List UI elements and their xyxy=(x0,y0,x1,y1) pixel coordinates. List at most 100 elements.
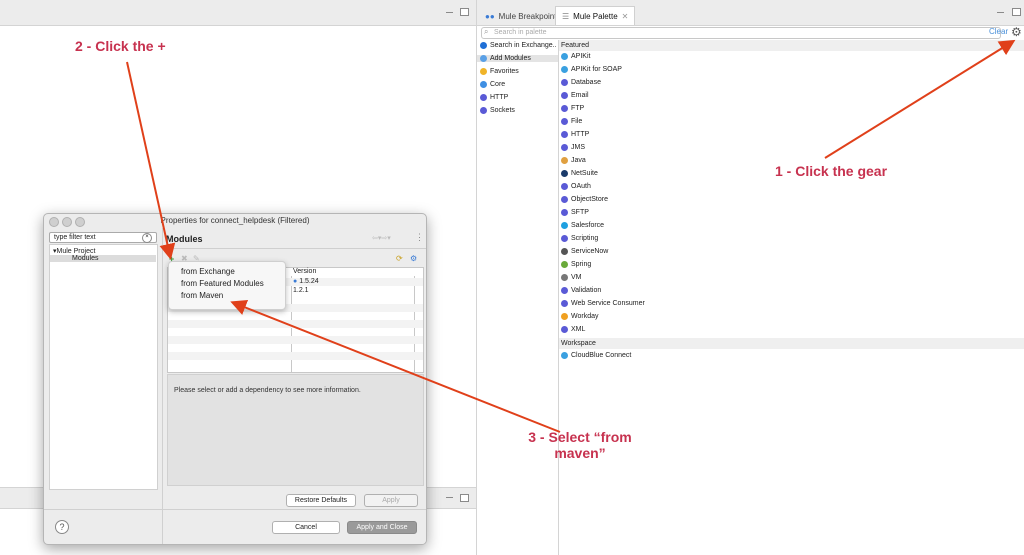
module-item[interactable]: APIKit xyxy=(561,53,590,60)
more-options-icon[interactable]: ⋮ xyxy=(415,232,424,243)
nav-arrows-icon[interactable]: ⇦▾⇨▾ xyxy=(372,234,391,242)
module-item[interactable]: Spring xyxy=(561,261,591,268)
module-label: File xyxy=(571,118,583,125)
module-label: Web Service Consumer xyxy=(571,300,645,307)
module-item[interactable]: ServiceNow xyxy=(561,248,608,255)
module-item[interactable]: ObjectStore xyxy=(561,196,608,203)
category-item[interactable]: HTTP xyxy=(480,94,508,101)
restore-defaults-button[interactable]: Restore Defaults xyxy=(286,494,356,507)
minimize-icon[interactable] xyxy=(997,12,1004,13)
clear-button[interactable]: Clear xyxy=(989,27,1008,36)
category-label: Search in Exchange.. xyxy=(490,42,557,49)
module-item[interactable]: Scripting xyxy=(561,235,598,242)
module-item[interactable]: Web Service Consumer xyxy=(561,300,645,307)
category-item[interactable]: Core xyxy=(480,81,505,88)
menu-item-from-featured-modules[interactable]: from Featured Modules xyxy=(181,279,264,288)
module-icon xyxy=(561,235,568,242)
module-label: Java xyxy=(571,157,586,164)
apply-and-close-button[interactable]: Apply and Close xyxy=(347,521,417,534)
module-item[interactable]: Email xyxy=(561,92,589,99)
maximize-icon[interactable] xyxy=(1012,8,1021,16)
settings-icon[interactable]: ⚙ xyxy=(410,254,417,263)
star-icon xyxy=(480,68,487,75)
module-label: XML xyxy=(571,326,586,333)
tab-mule-breakpoints[interactable]: ●● Mule Breakpoints xyxy=(479,7,566,25)
module-item[interactable]: File xyxy=(561,118,582,125)
module-label: APIKit xyxy=(571,53,591,60)
tree-label: Modules xyxy=(72,255,99,262)
category-label: HTTP xyxy=(490,94,509,101)
refresh-icon[interactable]: ⟳ xyxy=(396,254,403,263)
module-item[interactable]: Workday xyxy=(561,313,599,320)
divider xyxy=(162,248,426,249)
dialog-title: Properties for connect_helpdesk (Filtere… xyxy=(160,216,310,225)
palette-search-input[interactable]: Search in palette xyxy=(481,27,1001,39)
minimize-icon[interactable] xyxy=(446,497,453,498)
module-icon xyxy=(561,326,568,333)
tree-item-modules[interactable]: Modules xyxy=(50,255,156,262)
module-item[interactable]: XML xyxy=(561,326,585,333)
module-item[interactable]: Java xyxy=(561,157,586,164)
module-item[interactable]: APIKit for SOAP xyxy=(561,66,622,73)
gear-icon[interactable]: ⚙ xyxy=(1011,25,1022,39)
module-icon xyxy=(561,196,568,203)
tree-label: Mule Project xyxy=(56,248,96,255)
module-icon xyxy=(561,209,568,216)
clear-filter-icon[interactable]: × xyxy=(142,233,152,243)
category-item[interactable]: Sockets xyxy=(480,107,515,114)
module-icon xyxy=(561,300,568,307)
close-icon[interactable]: ✕ xyxy=(622,12,629,21)
apply-button[interactable]: Apply xyxy=(364,494,418,507)
maximize-icon[interactable] xyxy=(460,8,469,16)
module-item[interactable]: OAuth xyxy=(561,183,591,190)
module-item[interactable]: VM xyxy=(561,274,582,281)
table-row xyxy=(168,320,423,328)
module-item[interactable]: Validation xyxy=(561,287,601,294)
module-item[interactable]: FTP xyxy=(561,105,584,112)
module-item[interactable]: CloudBlue Connect xyxy=(561,352,631,359)
module-icon xyxy=(561,352,568,359)
category-label: Favorites xyxy=(490,68,519,75)
version-cell: ● 1.5.24 xyxy=(293,278,319,285)
tab-label: Mule Breakpoints xyxy=(498,11,561,21)
module-item[interactable]: NetSuite xyxy=(561,170,598,177)
editor-toolbar xyxy=(0,0,476,26)
module-item[interactable]: JMS xyxy=(561,144,585,151)
add-icon xyxy=(480,55,487,62)
module-item[interactable]: HTTP xyxy=(561,131,589,138)
version-header: Version xyxy=(293,268,317,275)
module-item[interactable]: SFTP xyxy=(561,209,589,216)
version-value: 1.5.24 xyxy=(299,278,319,285)
module-item[interactable]: Database xyxy=(561,79,601,86)
properties-dialog: Properties for connect_helpdesk (Filtere… xyxy=(43,213,427,545)
category-item[interactable]: Add Modules xyxy=(477,55,558,62)
module-icon xyxy=(561,248,568,255)
tree-item-mule-project[interactable]: ▾Mule Project xyxy=(53,247,95,255)
module-icon xyxy=(561,170,568,177)
module-label: HTTP xyxy=(571,131,590,138)
module-item[interactable]: Salesforce xyxy=(561,222,604,229)
maximize-icon[interactable] xyxy=(460,494,469,502)
table-row xyxy=(168,352,423,360)
tab-mule-palette[interactable]: ☰ Mule Palette ✕ xyxy=(555,6,636,25)
module-icon xyxy=(561,53,568,60)
filter-input[interactable]: type filter text xyxy=(49,232,157,243)
workspace-section-header: Workspace xyxy=(559,338,1024,349)
module-icon xyxy=(561,222,568,229)
module-icon xyxy=(561,131,568,138)
palette-tabbar: ●● Mule Breakpoints ☰ Mule Palette ✕ xyxy=(477,0,1024,26)
help-icon[interactable]: ? xyxy=(55,520,69,534)
category-label: Add Modules xyxy=(490,55,531,62)
menu-item-from-maven[interactable]: from Maven xyxy=(181,291,223,300)
menu-item-from-exchange[interactable]: from Exchange xyxy=(181,267,235,276)
category-item[interactable]: Search in Exchange.. xyxy=(480,42,557,49)
section-title: Modules xyxy=(166,234,203,244)
info-text: Please select or add a dependency to see… xyxy=(174,387,361,394)
module-icon xyxy=(561,144,568,151)
featured-section-header: Featured xyxy=(559,40,1024,51)
module-label: APIKit for SOAP xyxy=(571,66,622,73)
minimize-icon[interactable] xyxy=(446,12,453,13)
category-item[interactable]: Favorites xyxy=(480,68,519,75)
cancel-button[interactable]: Cancel xyxy=(272,521,340,534)
module-label: ObjectStore xyxy=(571,196,608,203)
